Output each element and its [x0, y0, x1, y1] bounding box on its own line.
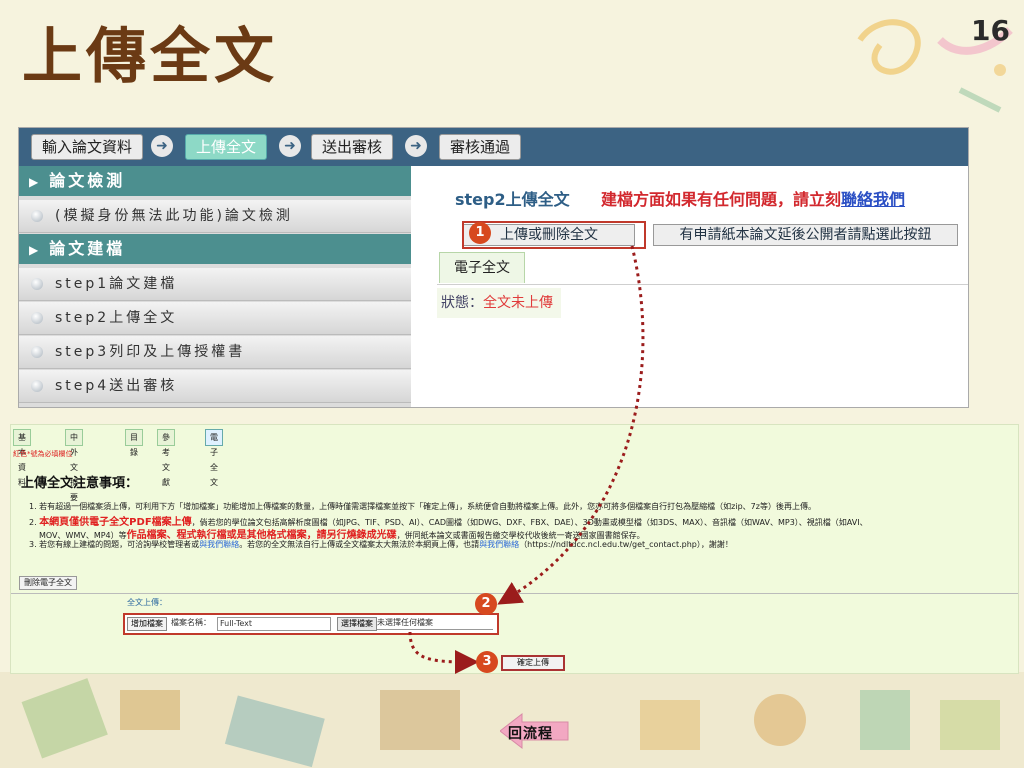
tab-electronic-fulltext[interactable]: 電子全文: [439, 252, 525, 283]
slide-title: 上傳全文: [22, 22, 278, 92]
notice-1: 1. 若有超過一個檔案須上傳，可利用下方「增加檔案」功能增加上傳檔案的數量，上傳…: [29, 502, 816, 511]
tab-abstract[interactable]: 中外文摘要: [65, 429, 83, 502]
step-review-passed[interactable]: 審核通過: [439, 134, 522, 160]
back-to-flow-button[interactable]: 回流程: [500, 712, 572, 750]
triangle-right-icon: ▶: [29, 175, 42, 189]
step-badge-2: 2: [475, 593, 497, 615]
bullet-icon: [31, 210, 43, 222]
main-pane: step2上傳全文 建檔方面如果有任何問題，請立刻聯絡我們 上傳或刪除全文 有申…: [433, 176, 968, 407]
sidebar-item-step1[interactable]: step1論文建檔: [19, 268, 411, 301]
add-file-button[interactable]: 增加檔案: [127, 617, 167, 631]
arrow-right-icon: ➜: [279, 135, 301, 157]
no-file-text: 未選擇任何檔案: [377, 617, 493, 630]
sidebar-section-detection[interactable]: ▶ 論文檢測: [19, 166, 411, 196]
sidebar-section-build[interactable]: ▶ 論文建檔: [19, 234, 411, 264]
sidebar-item-step3[interactable]: step3列印及上傳授權書: [19, 336, 411, 369]
back-to-flow-label: 回流程: [508, 726, 553, 742]
sidebar-item-step4[interactable]: step4送出審核: [19, 370, 411, 403]
bullet-icon: [31, 346, 43, 358]
bullet-icon: [31, 278, 43, 290]
choose-file-button[interactable]: 選擇檔案: [337, 617, 377, 631]
divider: [11, 593, 1018, 594]
tab-toc[interactable]: 目錄: [125, 429, 143, 457]
filename-label: 檔案名稱：: [171, 618, 211, 627]
contact-link[interactable]: 與我們聯絡: [199, 540, 239, 549]
delete-fulltext-button[interactable]: 刪除電子全文: [19, 576, 77, 590]
status-value: 全文未上傳: [483, 295, 553, 311]
filename-input[interactable]: Full-Text: [217, 617, 331, 631]
contact-us-link[interactable]: 聯絡我們: [841, 190, 905, 209]
status-row: 狀態：全文未上傳: [437, 288, 561, 318]
sidebar-item-detection[interactable]: (模擬身份無法此功能)論文檢測: [19, 200, 411, 233]
warning-text: 建檔方面如果有任何問題，請立刻聯絡我們: [601, 190, 906, 209]
page-number: 16: [971, 14, 1010, 47]
notice-3: 3. 若您有線上建檔的問題，可洽詢學校管理者或與我們聯絡。若您的全文無法自行上傳…: [29, 540, 733, 549]
tab-references[interactable]: 參考文獻: [157, 429, 175, 487]
divider: [437, 284, 968, 285]
step-upload-fulltext[interactable]: 上傳全文: [185, 134, 268, 160]
bullet-icon: [31, 380, 43, 392]
sidebar-item-step2[interactable]: step2上傳全文: [19, 302, 411, 335]
delay-publication-button[interactable]: 有申請紙本論文延後公開者請點選此按鈕: [653, 224, 958, 246]
tab-electronic-fulltext[interactable]: 電子全文: [205, 429, 223, 487]
notice-heading: 上傳全文注意事項：: [21, 476, 139, 491]
tab-basic-info[interactable]: 基本資料: [13, 429, 31, 487]
sidebar: ▶ 論文檢測 (模擬身份無法此功能)論文檢測 ▶ 論文建檔 step1論文建檔 st…: [19, 166, 411, 407]
contact-link[interactable]: 與我們聯絡: [479, 540, 519, 549]
bullet-icon: [31, 312, 43, 324]
confirm-upload-button[interactable]: 確定上傳: [501, 655, 565, 671]
bottom-screenshot: 基本資料 中外文摘要 目錄 參考文獻 電子全文 紅色*號為必填欄位 上傳全文注意…: [10, 424, 1019, 674]
step-input-thesis[interactable]: 輸入論文資料: [31, 134, 144, 160]
required-note: 紅色*號為必填欄位: [13, 450, 73, 458]
triangle-right-icon: ▶: [29, 243, 42, 257]
arrow-right-icon: ➜: [405, 135, 427, 157]
arrow-right-icon: ➜: [151, 135, 173, 157]
step-badge-1: 1: [469, 222, 491, 244]
step-title: step2上傳全文: [455, 190, 570, 209]
upload-row: 增加檔案 檔案名稱： Full-Text 選擇檔案 未選擇任何檔案: [123, 613, 499, 635]
step-submit-review[interactable]: 送出審核: [311, 134, 394, 160]
step-badge-3: 3: [476, 651, 498, 673]
flow-steps-bar: 輸入論文資料 ➜ 上傳全文 ➜ 送出審核 ➜ 審核通過: [19, 128, 968, 166]
top-screenshot: 輸入論文資料 ➜ 上傳全文 ➜ 送出審核 ➜ 審核通過 ▶ 論文檢測 (模擬身份無…: [18, 127, 969, 408]
fulltext-upload-label: 全文上傳：: [127, 598, 167, 607]
